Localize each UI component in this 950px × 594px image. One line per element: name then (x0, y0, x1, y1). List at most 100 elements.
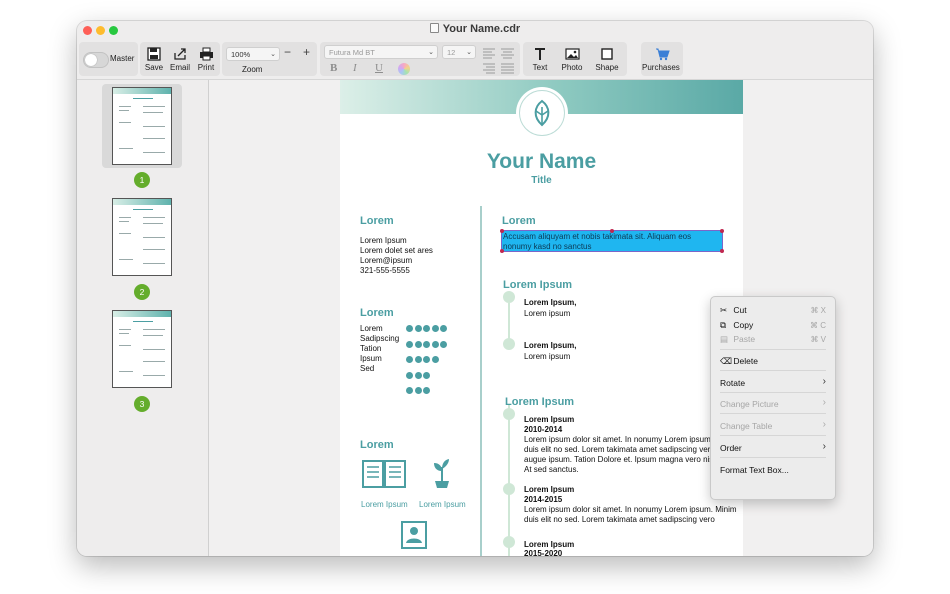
purchases-button[interactable]: Purchases (642, 42, 680, 72)
menu-item-cut[interactable]: ✂ Cut (720, 305, 747, 316)
contact-line[interactable]: Lorem Ipsum (360, 236, 407, 245)
resize-handle[interactable] (720, 229, 724, 233)
title-bar: Your Name.cdr (77, 21, 873, 40)
education-title[interactable]: Lorem Ipsum (524, 415, 574, 424)
interest-label[interactable]: Lorem Ipsum (361, 500, 408, 509)
page-thumbnail-1[interactable] (112, 87, 172, 165)
experience-text[interactable]: Lorem ipsum (524, 352, 570, 361)
skill-name[interactable]: Sed (360, 364, 374, 373)
text-icon (535, 48, 545, 60)
save-icon (147, 47, 161, 61)
resize-handle[interactable] (610, 229, 614, 233)
zoom-out-button[interactable]: − (284, 45, 291, 59)
resize-handle[interactable] (500, 229, 504, 233)
resize-handle[interactable] (720, 249, 724, 253)
page-thumbnail-3[interactable] (112, 310, 172, 388)
skill-dot (414, 387, 422, 394)
photo-icon (564, 48, 580, 60)
insert-group: Text Photo Shape (523, 42, 627, 76)
chevron-right-icon: › (822, 419, 826, 430)
experience-heading[interactable]: Lorem Ipsum (503, 279, 572, 291)
education-years[interactable]: 2010-2014 (524, 425, 562, 434)
underline-button[interactable]: U (375, 62, 383, 74)
share-icon (174, 48, 186, 60)
email-button[interactable]: Email (166, 42, 194, 72)
font-select[interactable]: Futura Md BT ⌄ (324, 45, 438, 59)
education-text[interactable]: At sed sanctus. (524, 465, 579, 474)
education-text[interactable]: Lorem ipsum dolor sit amet. In nonumy Lo… (524, 435, 737, 444)
interests-heading[interactable]: Lorem (360, 439, 394, 451)
education-years[interactable]: 2015-2020 (524, 549, 562, 556)
app-window: Your Name.cdr Master Save Email Print 10… (77, 21, 873, 556)
education-title[interactable]: Lorem Ipsum (524, 485, 574, 494)
zoom-select[interactable]: 100% ⌄ (226, 47, 280, 61)
education-text[interactable]: Lorem ipsum dolor sit amet. In nonumy Lo… (524, 505, 737, 514)
italic-button[interactable]: I (353, 62, 357, 74)
menu-separator (720, 413, 826, 414)
menu-item-delete[interactable]: ⌫ Delete (720, 356, 758, 367)
skill-dot (406, 371, 413, 379)
text-tool-button[interactable]: Text (526, 42, 554, 72)
menu-item-change-picture[interactable]: Change Picture (720, 399, 779, 409)
experience-title[interactable]: Lorem Ipsum, (524, 341, 576, 350)
color-picker-icon[interactable] (398, 63, 410, 75)
selected-text-box[interactable]: Accusam aliquyam et nobis takimata sit. … (500, 229, 724, 253)
timeline-dot (503, 291, 515, 303)
skill-dot (423, 340, 430, 348)
education-title[interactable]: Lorem Ipsum (524, 540, 574, 549)
contact-line[interactable]: 321-555-5555 (360, 266, 410, 275)
shape-tool-button[interactable]: Shape (593, 42, 621, 72)
menu-item-change-table[interactable]: Change Table (720, 421, 772, 431)
resume-name[interactable]: Your Name (340, 150, 743, 174)
skill-dot (440, 340, 447, 348)
experience-title[interactable]: Lorem Ipsum, (524, 298, 576, 307)
delete-icon: ⌫ (720, 356, 733, 366)
menu-item-copy[interactable]: ⧉ Copy (720, 320, 753, 331)
skill-name[interactable]: Ipsum (360, 354, 382, 363)
chevron-right-icon: › (822, 376, 826, 387)
interest-label[interactable]: Lorem Ipsum (419, 500, 466, 509)
master-toggle[interactable] (83, 52, 109, 68)
timeline-line (508, 404, 510, 556)
zoom-in-button[interactable]: + (303, 45, 310, 59)
bold-button[interactable]: B (330, 62, 337, 74)
experience-text[interactable]: Lorem ipsum (524, 309, 570, 318)
resize-handle[interactable] (500, 249, 504, 253)
resume-title[interactable]: Title (340, 175, 743, 186)
profile-heading[interactable]: Lorem (502, 215, 536, 227)
page-thumbnail-2[interactable] (112, 198, 172, 276)
save-button[interactable]: Save (140, 42, 168, 72)
context-menu: ✂ Cut ⌘ X ⧉ Copy ⌘ C ▤ Paste ⌘ V ⌫ Delet… (710, 296, 836, 500)
font-size-select[interactable]: 12 ⌄ (442, 45, 476, 59)
education-years[interactable]: 2014-2015 (524, 495, 562, 504)
clipboard-icon: ▤ (720, 334, 729, 344)
print-button[interactable]: Print (192, 42, 220, 72)
contact-line[interactable]: Lorem@ipsum (360, 256, 412, 265)
alignment-icon[interactable] (482, 47, 516, 75)
skill-name[interactable]: Sadipscing (360, 334, 399, 343)
menu-item-paste[interactable]: ▤ Paste (720, 334, 755, 345)
timeline-dot (503, 338, 515, 350)
contact-heading[interactable]: Lorem (360, 215, 394, 227)
plant-icon (434, 459, 449, 488)
skill-name[interactable]: Tation (360, 344, 381, 353)
zoom-label: Zoom (242, 65, 263, 74)
menu-item-rotate[interactable]: Rotate (720, 378, 745, 388)
photo-tool-button[interactable]: Photo (558, 42, 586, 72)
menu-separator (720, 392, 826, 393)
file-group: Save Email Print (140, 42, 220, 76)
menu-item-order[interactable]: Order (720, 443, 742, 453)
menu-item-format-text-box[interactable]: Format Text Box... (720, 465, 789, 475)
resume-page: Your Name Title Lorem Lorem Ipsum Lorem … (340, 80, 743, 556)
education-text[interactable]: duis elit no sed. Lorem takimata amet sa… (524, 515, 715, 524)
education-text[interactable]: augue ipsum. Tation Dolore et. Ipsum mag… (524, 455, 737, 464)
skill-name[interactable]: Lorem (360, 324, 383, 333)
toolbar: Master Save Email Print 100% ⌄ − + Zoom F… (77, 40, 873, 80)
skills-heading[interactable]: Lorem (360, 307, 394, 319)
skill-dot (414, 356, 422, 363)
profile-text-line: nonumy kasd no sanctus (503, 242, 592, 251)
education-text[interactable]: duis elit no sed. Lorem takimata amet sa… (524, 445, 715, 454)
education-heading[interactable]: Lorem Ipsum (505, 396, 574, 408)
skill-dot (414, 325, 422, 332)
contact-line[interactable]: Lorem dolet set ares (360, 246, 433, 255)
